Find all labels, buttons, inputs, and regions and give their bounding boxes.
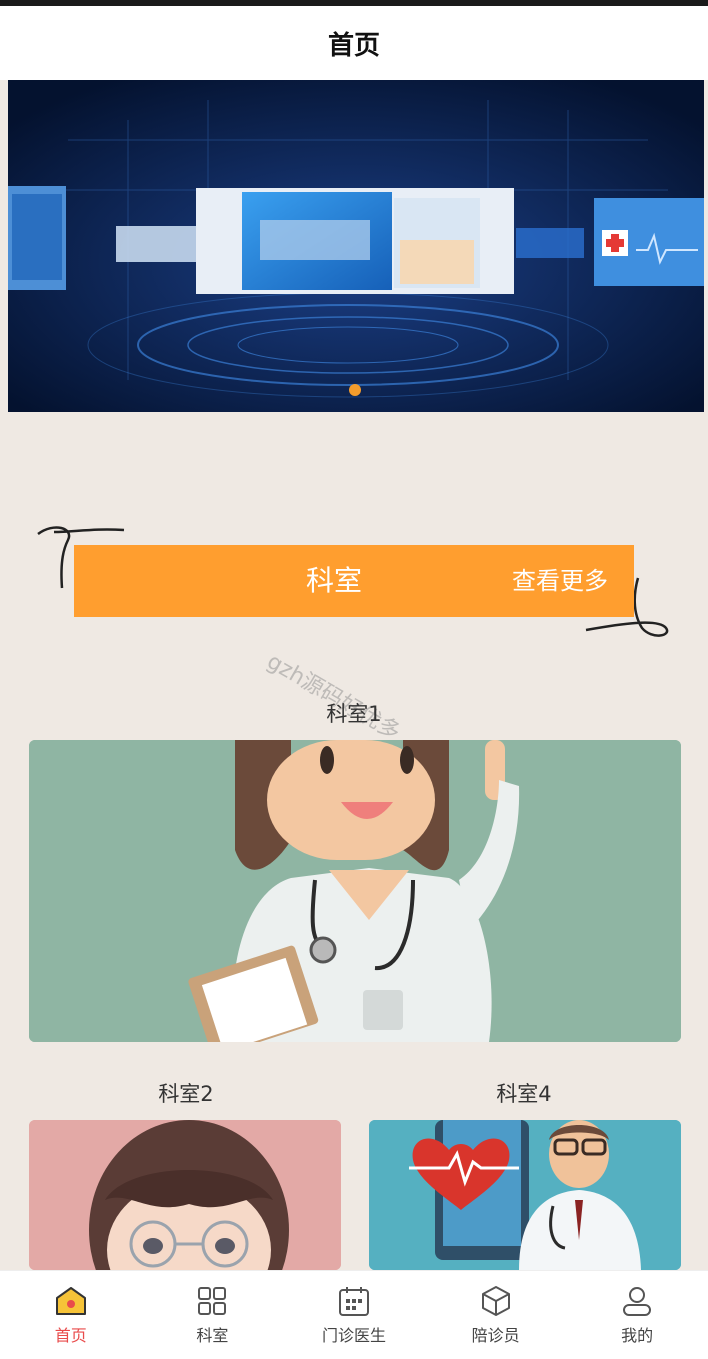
department-label-1: 科室1 xyxy=(326,702,382,726)
tab-home-label: 首页 xyxy=(54,1326,87,1345)
department-label-2: 科室2 xyxy=(158,1082,214,1106)
view-more-link[interactable]: 查看更多 xyxy=(512,545,608,617)
department-card-1[interactable] xyxy=(29,740,681,1042)
box-icon xyxy=(481,1286,510,1316)
user-icon xyxy=(623,1287,652,1316)
girl-with-glasses-illustration xyxy=(29,1120,341,1270)
home-icon xyxy=(55,1287,86,1315)
tab-home[interactable]: 首页 xyxy=(11,1284,131,1346)
watermark: gzh源码好优多 xyxy=(262,649,405,746)
tab-escorts-label: 陪诊员 xyxy=(471,1326,520,1345)
department-card-2[interactable] xyxy=(29,1120,341,1270)
app-page: 首页 科室 查看更多 gzh源码好优多 科室1 科室2 科室4 首页 科室 门诊… xyxy=(0,0,708,1359)
section-header: 科室 查看更多 xyxy=(74,545,634,617)
banner-carousel[interactable] xyxy=(8,80,704,412)
tab-mine-label: 我的 xyxy=(621,1326,654,1345)
calendar-icon xyxy=(338,1287,369,1316)
banner-image xyxy=(8,80,704,412)
content-area: 科室 查看更多 gzh源码好优多 科室1 科室2 科室4 xyxy=(0,412,708,1270)
navbar: 首页 xyxy=(0,6,708,80)
tab-bar: 首页 科室 门诊医生 陪诊员 我的 xyxy=(0,1270,708,1359)
tab-mine[interactable]: 我的 xyxy=(577,1284,697,1346)
tab-escorts[interactable]: 陪诊员 xyxy=(436,1284,556,1346)
tab-departments-label: 科室 xyxy=(196,1326,229,1345)
department-card-4[interactable] xyxy=(369,1120,681,1270)
doctor-with-heart-illustration xyxy=(369,1120,681,1270)
page-title: 首页 xyxy=(327,30,380,61)
tab-outpatient-doctors-label: 门诊医生 xyxy=(321,1326,386,1345)
department-label-4: 科室4 xyxy=(496,1082,552,1106)
tab-outpatient-doctors[interactable]: 门诊医生 xyxy=(294,1284,414,1346)
doctor-female-illustration xyxy=(29,740,681,1042)
tab-departments[interactable]: 科室 xyxy=(152,1284,272,1346)
grid-icon xyxy=(198,1287,227,1315)
